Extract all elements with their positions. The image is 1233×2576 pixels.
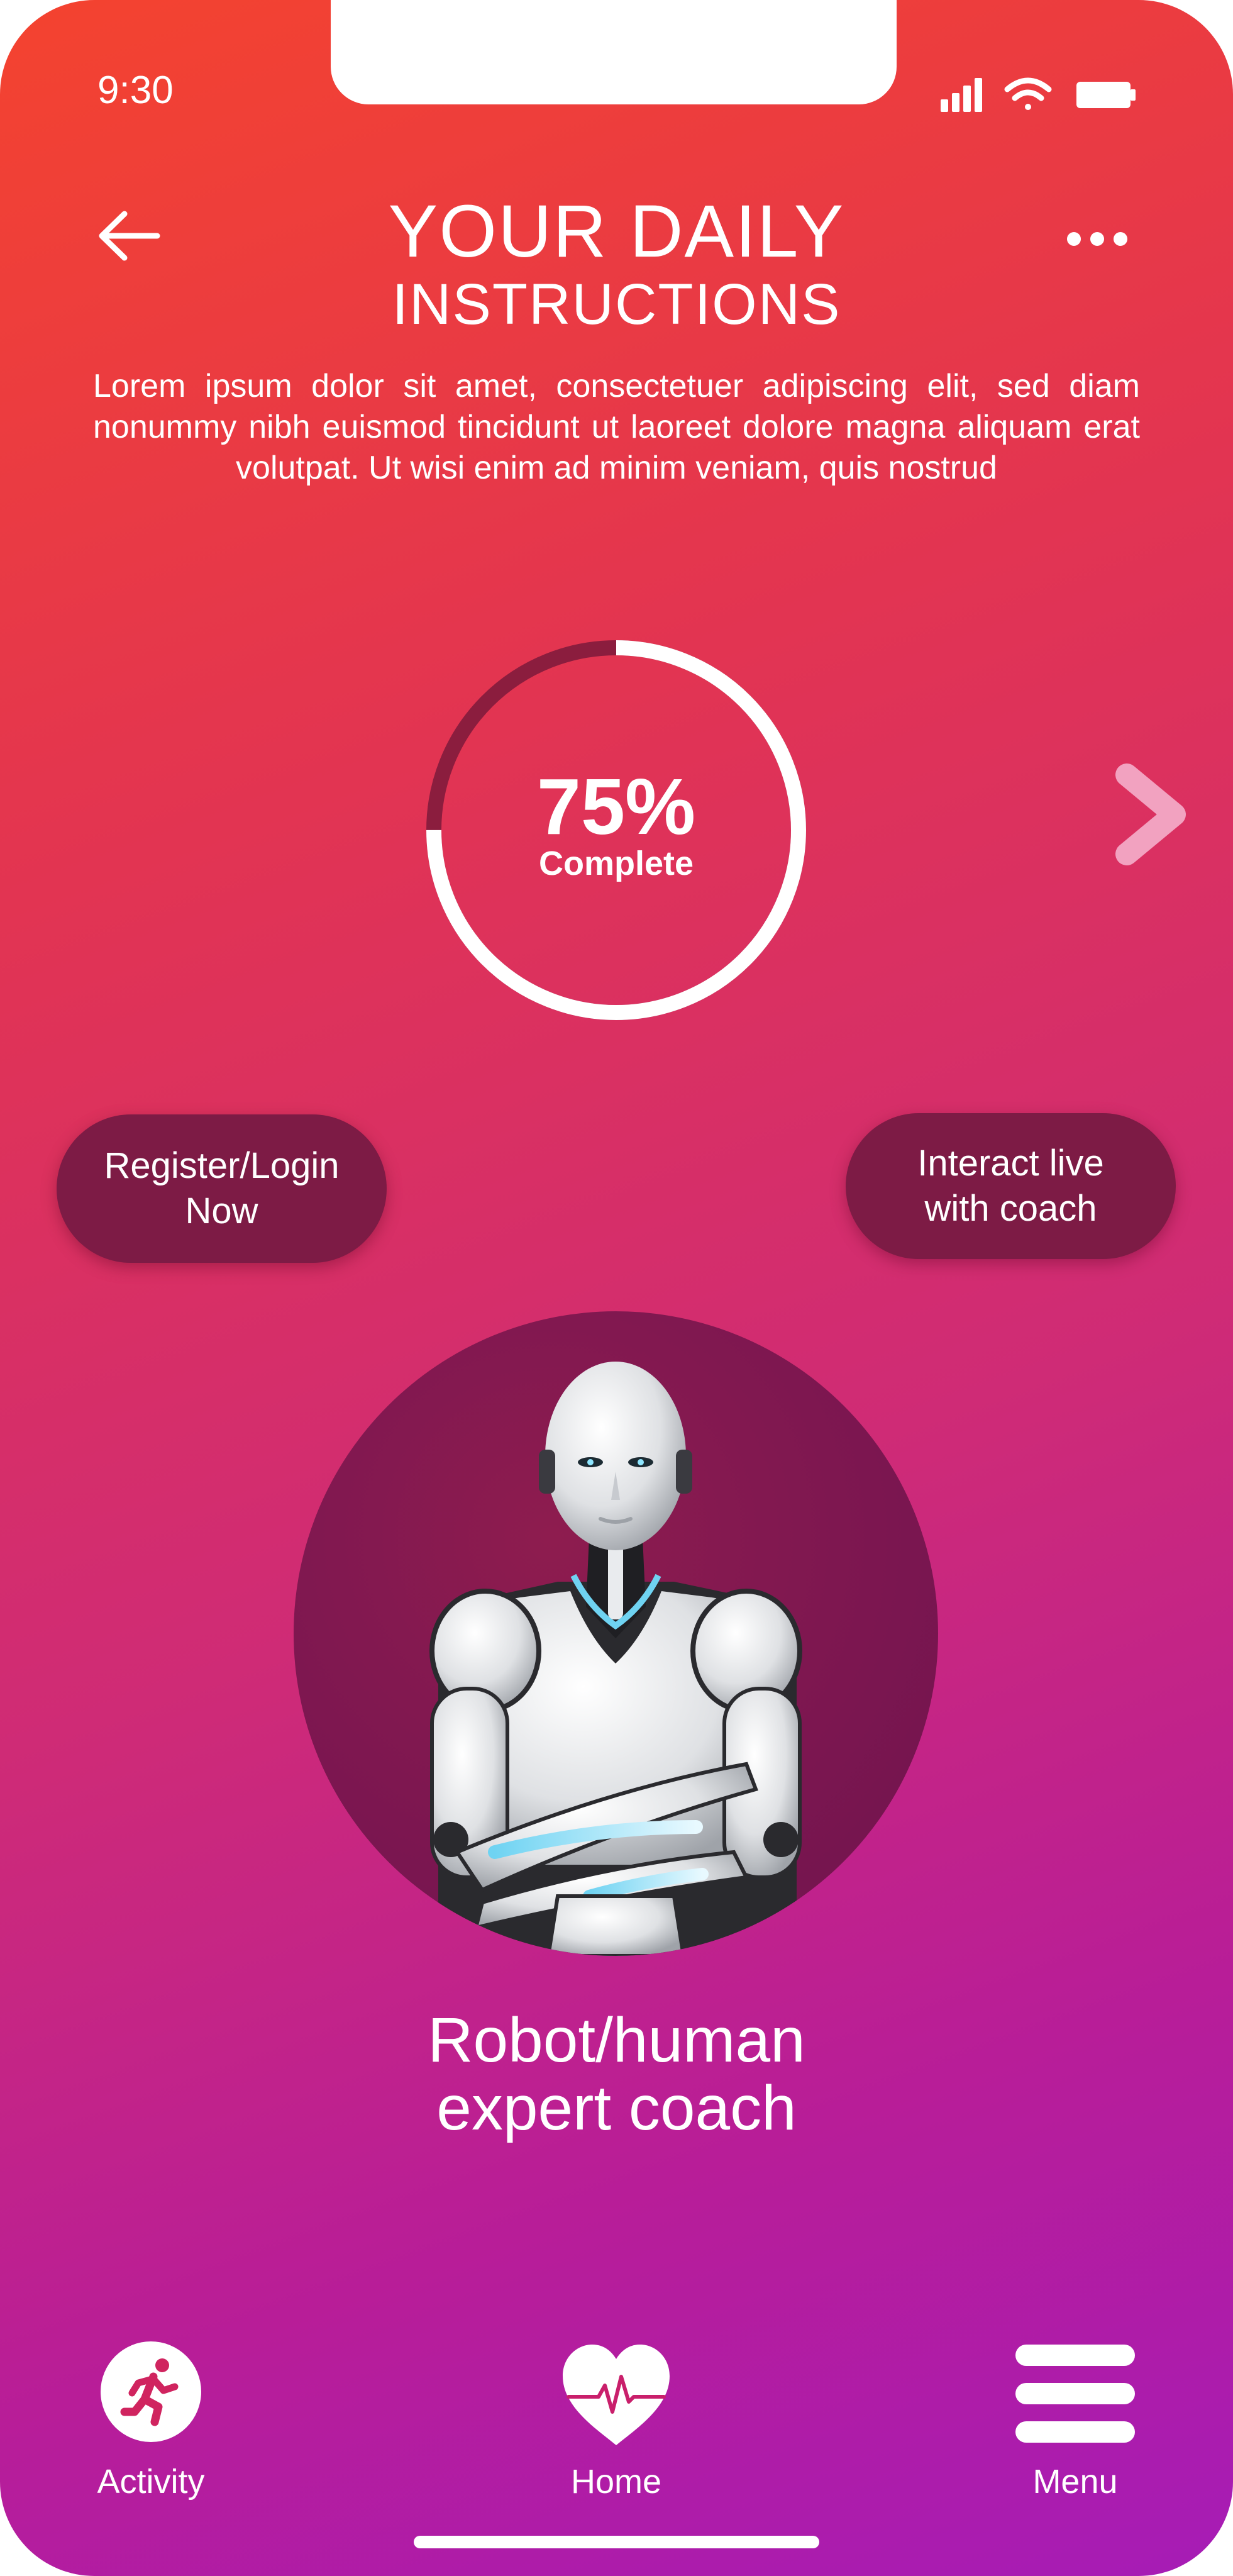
phone-screen: 9:30 YOUR DAILY INSTRUCTIONS Lorem ipsum…: [0, 0, 1233, 2576]
progress-value: 75%: [536, 762, 696, 851]
status-time: 9:30: [97, 69, 174, 112]
interact-coach-button[interactable]: Interact live with coach: [846, 1113, 1176, 1259]
nav-activity[interactable]: Activity: [75, 2330, 226, 2501]
status-icons: [941, 77, 1136, 112]
nav-menu[interactable]: Menu: [1000, 2330, 1151, 2501]
coach-caption-text: Robot/human expert coach: [428, 2005, 805, 2143]
battery-icon: [1076, 82, 1136, 108]
nav-menu-label: Menu: [1032, 2463, 1118, 2501]
coach-caption: Robot/human expert coach: [0, 2006, 1233, 2142]
page-title-line1: YOUR DAILY: [388, 190, 845, 273]
signal-icon: [941, 78, 982, 112]
hamburger-menu-icon: [1015, 2345, 1135, 2443]
chevron-right-icon[interactable]: [1113, 761, 1188, 868]
description-text: Lorem ipsum dolor sit amet, consectetuer…: [93, 368, 1140, 486]
interact-coach-label: Interact live with coach: [917, 1143, 1104, 1229]
running-person-icon: [101, 2341, 201, 2442]
wifi-icon: [1004, 77, 1052, 110]
robot-illustration: [429, 1362, 802, 1956]
page-title-line2: INSTRUCTIONS: [392, 272, 841, 336]
coach-avatar: [294, 1311, 938, 1956]
heart-pulse-icon: [563, 2345, 670, 2445]
nav-home[interactable]: Home: [534, 2330, 698, 2501]
notch: [331, 0, 897, 104]
home-indicator[interactable]: [414, 2536, 819, 2548]
register-login-label: Register/Login Now: [104, 1145, 340, 1231]
more-horizontal-icon[interactable]: [1063, 214, 1132, 264]
progress-caption: Complete: [538, 845, 694, 882]
register-login-button[interactable]: Register/Login Now: [57, 1114, 387, 1263]
nav-activity-label: Activity: [97, 2463, 205, 2501]
nav-home-label: Home: [570, 2463, 662, 2501]
